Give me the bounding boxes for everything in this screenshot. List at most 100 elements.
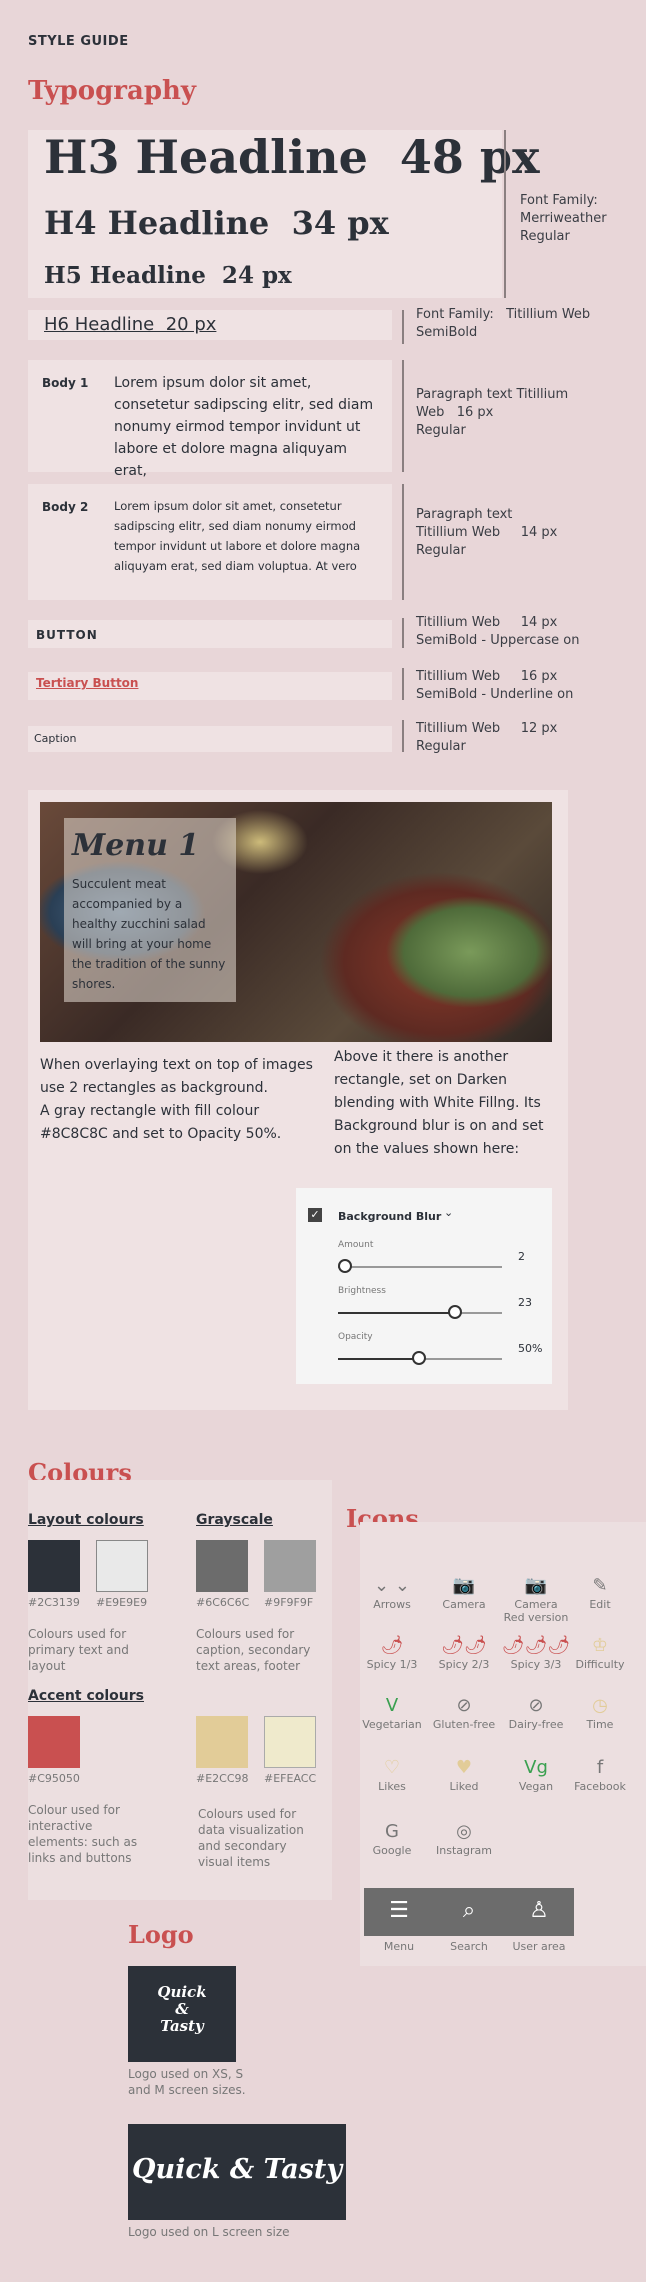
nav-label: Search <box>450 1940 488 1953</box>
dairy-free-icon: ⊘ <box>528 1695 544 1716</box>
icon-google: G Google <box>356 1820 428 1857</box>
hex-layout-2: #E9E9E9 <box>96 1596 148 1609</box>
titillium-spec: Font Family: Titillium Web SemiBold <box>416 307 591 340</box>
menu-icon[interactable]: ☰ <box>364 1898 434 1923</box>
blur-checkbox[interactable]: ✓ <box>308 1208 322 1222</box>
logo-small: Quick & Tasty <box>128 1966 236 2062</box>
icon-label: Liked <box>449 1780 479 1793</box>
grayscale-heading: Grayscale <box>196 1512 273 1528</box>
accent-colours-heading: Accent colours <box>28 1688 144 1704</box>
camera-icon: 📷 <box>452 1575 476 1596</box>
caption-sample: Caption <box>34 732 77 745</box>
icon-spicy-1-3: 🌶 Spicy 1/3 <box>356 1634 428 1671</box>
h5-sample: H5 Headline 24 px <box>44 262 292 289</box>
arrows-icon: ⌄ ⌄ <box>374 1575 410 1596</box>
body2-text: Lorem ipsum dolor sit amet, consetetur s… <box>114 499 361 573</box>
swatch-layout-1 <box>28 1540 80 1592</box>
spicy-2-3-icon: 🌶🌶 <box>441 1635 487 1656</box>
overlay-note-left: When overlaying text on top of images us… <box>40 1057 313 1142</box>
icon-label: Facebook <box>574 1780 626 1793</box>
spicy-1-3-icon: 🌶 <box>380 1635 404 1656</box>
icon-camera: 📷 Camera <box>428 1574 500 1611</box>
facebook-icon: f <box>596 1757 604 1778</box>
nav-label: Menu <box>383 1940 415 1953</box>
menu-description: Succulent meat accompanied by a healthy … <box>72 877 226 991</box>
h4-sample: H4 Headline 34 px <box>44 204 389 242</box>
logo-large-desc: Logo used on L screen size <box>128 2225 290 2239</box>
brightness-label: Brightness <box>338 1286 386 1296</box>
swatch-accent-1 <box>28 1716 80 1768</box>
icon-liked: ♥ Liked <box>428 1756 500 1793</box>
merriweather-spec: Font Family: Merriweather Regular <box>520 193 607 244</box>
icon-difficulty: ♔ Difficulty <box>564 1634 636 1671</box>
data-colours-desc: Colours used for data visualization and … <box>198 1807 304 1869</box>
opacity-value[interactable]: 50% <box>518 1342 542 1355</box>
button-sample[interactable]: BUTTON <box>36 628 98 642</box>
divider <box>402 668 404 700</box>
divider <box>402 618 404 648</box>
icon-spicy-3-3: 🌶🌶🌶 Spicy 3/3 <box>500 1634 572 1671</box>
amount-value[interactable]: 2 <box>518 1250 525 1263</box>
vegan-icon: Vg <box>524 1757 548 1778</box>
divider <box>504 130 506 298</box>
logo-large: Quick & Tasty <box>128 2124 346 2220</box>
caption-panel <box>28 726 392 752</box>
hex-gray-2: #9F9F9F <box>264 1596 314 1609</box>
hex-gray-1: #6C6C6C <box>196 1596 250 1609</box>
difficulty-icon: ♔ <box>591 1635 609 1656</box>
icon-edit: ✎ Edit <box>564 1574 636 1611</box>
user-area-icon[interactable]: ♙ <box>504 1898 574 1923</box>
overlay-note-right: Above it there is another rectangle, set… <box>334 1049 544 1157</box>
amount-slider[interactable] <box>338 1266 502 1268</box>
layout-colours-desc: Colours used for primary text and layout <box>28 1627 129 1673</box>
layout-colours-heading: Layout colours <box>28 1512 144 1528</box>
logo-large-text: Quick & Tasty <box>131 2154 343 2185</box>
chevron-down-icon[interactable]: ⌄ <box>444 1206 453 1219</box>
h3-sample: H3 Headline 48 px <box>44 130 540 184</box>
icon-time: ◷ Time <box>564 1694 636 1731</box>
icon-facebook: f Facebook <box>564 1756 636 1793</box>
swatch-layout-2 <box>96 1540 148 1592</box>
brightness-slider-handle[interactable] <box>448 1305 463 1319</box>
grayscale-desc: Colours used for caption, secondary text… <box>196 1627 311 1673</box>
edit-icon: ✎ <box>592 1575 608 1596</box>
blur-title: Background Blur <box>338 1210 442 1223</box>
icon-label: Dairy-free <box>508 1718 564 1731</box>
icon-label: Gluten-free <box>432 1718 496 1731</box>
body1-label: Body 1 <box>42 376 89 390</box>
nav-label: User area <box>512 1940 566 1953</box>
gluten-free-icon: ⊘ <box>456 1695 472 1716</box>
icon-instagram: ◎ Instagram <box>428 1820 500 1857</box>
menu-title: Menu 1 <box>72 828 200 863</box>
hex-layout-1: #2C3139 <box>28 1596 80 1609</box>
icon-vegan: Vg Vegan <box>500 1756 572 1793</box>
icon-label: Camera Red version <box>503 1598 569 1624</box>
swatch-accent-3 <box>264 1716 316 1768</box>
vegetarian-icon: V <box>385 1695 399 1716</box>
body1-text: Lorem ipsum dolor sit amet, consetetur s… <box>114 375 374 479</box>
opacity-label: Opacity <box>338 1332 373 1342</box>
google-icon: G <box>385 1821 399 1842</box>
icon-label: Spicy 1/3 <box>366 1658 418 1671</box>
icon-label: Difficulty <box>575 1658 625 1671</box>
search-icon[interactable]: ⌕ <box>434 1898 504 1923</box>
divider <box>402 310 404 344</box>
divider <box>402 484 404 600</box>
tertiary-button-sample[interactable]: Tertiary Button <box>36 676 138 690</box>
typography-title: Typography <box>28 76 197 106</box>
brightness-value[interactable]: 23 <box>518 1296 532 1309</box>
button-spec: Titillium Web 14 px SemiBold - Uppercase… <box>416 615 580 648</box>
icon-label: Spicy 2/3 <box>438 1658 490 1671</box>
brightness-fill <box>338 1312 457 1314</box>
amount-label: Amount <box>338 1240 374 1250</box>
icon-vegetarian: V Vegetarian <box>356 1694 428 1731</box>
instagram-icon: ◎ <box>456 1821 472 1842</box>
hex-accent-1: #C95050 <box>28 1772 80 1785</box>
icon-label: Likes <box>378 1780 406 1793</box>
camera-icon: 📷 <box>524 1575 548 1596</box>
opacity-slider-handle[interactable] <box>412 1351 426 1365</box>
logo-small-text: Quick & Tasty <box>157 1983 207 2035</box>
spicy-3-3-icon: 🌶🌶🌶 <box>501 1635 571 1656</box>
time-icon: ◷ <box>592 1695 608 1716</box>
divider <box>402 720 404 752</box>
